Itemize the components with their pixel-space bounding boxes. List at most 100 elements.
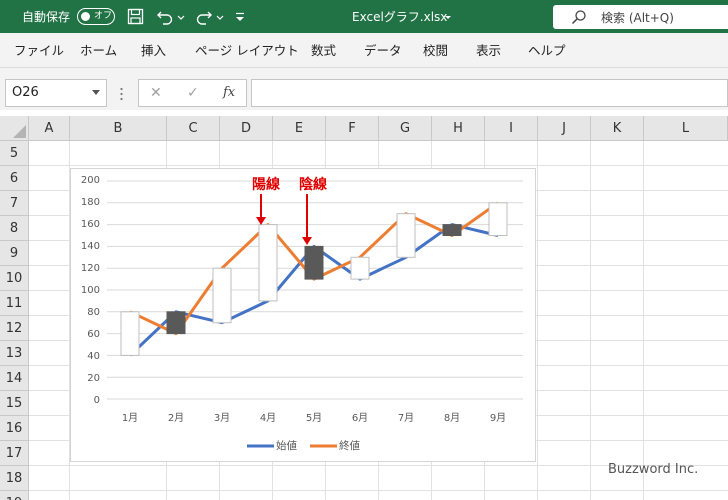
tab-help[interactable]: ヘルプ	[528, 42, 566, 59]
y-tick-label: 140	[80, 241, 100, 252]
column-header[interactable]: C	[167, 116, 220, 141]
up-bar	[396, 213, 416, 258]
legend-item-open: 始値	[276, 439, 297, 453]
x-tick-label: 4月	[259, 413, 277, 424]
title-dropdown-icon[interactable]	[443, 8, 453, 25]
y-tick-label: 40	[87, 351, 100, 362]
up-bar	[258, 224, 278, 302]
up-arrow-head	[256, 217, 266, 225]
up-bar	[212, 267, 232, 324]
tab-page-layout[interactable]: ページ レイアウト	[195, 42, 299, 59]
tab-insert[interactable]: 挿入	[141, 42, 166, 59]
grid-line	[643, 141, 644, 500]
x-tick-label: 7月	[397, 413, 415, 424]
redo-icon[interactable]	[195, 8, 213, 25]
row-header[interactable]: 9	[0, 241, 29, 266]
search-box[interactable]: 検索 (Alt+Q)	[553, 5, 728, 29]
column-header[interactable]: L	[644, 116, 728, 141]
column-header[interactable]: I	[485, 116, 538, 141]
undo-icon[interactable]	[156, 8, 174, 25]
row-header[interactable]: 8	[0, 216, 29, 241]
column-header[interactable]: A	[29, 116, 70, 141]
more-options-icon[interactable]	[120, 86, 123, 101]
formula-bar: O26 ✕ ✓ fx	[0, 78, 728, 110]
row-header[interactable]: 11	[0, 291, 29, 316]
y-tick-label: 100	[80, 285, 100, 296]
column-header[interactable]: E	[273, 116, 326, 141]
name-box-value: O26	[12, 85, 39, 100]
insert-function-icon[interactable]: fx	[223, 84, 235, 102]
x-tick-label: 8月	[443, 413, 461, 424]
column-header[interactable]: J	[538, 116, 591, 141]
y-tick-label: 80	[87, 307, 100, 318]
y-tick-label: 20	[87, 373, 100, 384]
down-bar	[304, 245, 324, 280]
save-icon[interactable]	[127, 8, 145, 25]
row-header[interactable]: 17	[0, 441, 29, 466]
name-box[interactable]: O26	[5, 79, 107, 107]
row-header[interactable]: 10	[0, 266, 29, 291]
select-all-corner[interactable]	[0, 116, 29, 141]
x-tick-label: 2月	[167, 413, 185, 424]
column-header[interactable]: F	[326, 116, 379, 141]
column-header[interactable]: K	[591, 116, 644, 141]
grid-line	[590, 141, 591, 500]
formula-input[interactable]	[251, 79, 728, 107]
search-icon	[571, 9, 587, 25]
stock-chart[interactable]: 200 180 160 140 120 100 80 60 40 20 0 1月…	[70, 168, 536, 462]
row-header[interactable]: 19	[0, 491, 29, 500]
y-tick-label: 0	[93, 395, 100, 406]
column-header[interactable]: B	[70, 116, 167, 141]
column-header[interactable]: H	[432, 116, 485, 141]
row-header[interactable]: 15	[0, 391, 29, 416]
watermark: Buzzword Inc.	[608, 462, 699, 477]
row-header[interactable]: 13	[0, 341, 29, 366]
y-tick-label: 60	[87, 329, 100, 340]
x-tick-label: 1月	[121, 413, 139, 424]
window-title: Excelグラフ.xlsx	[352, 10, 448, 24]
column-header[interactable]: D	[220, 116, 273, 141]
row-header[interactable]: 18	[0, 466, 29, 491]
row-header[interactable]: 16	[0, 416, 29, 441]
row-header[interactable]: 14	[0, 366, 29, 391]
up-bar	[488, 202, 508, 236]
x-tick-label: 9月	[489, 413, 507, 424]
ribbon-gap	[0, 68, 728, 78]
grid-line	[29, 165, 728, 166]
row-header[interactable]: 12	[0, 316, 29, 341]
tab-view[interactable]: 表示	[476, 42, 501, 59]
cancel-icon[interactable]: ✕	[150, 84, 162, 102]
tab-review[interactable]: 校閲	[423, 42, 448, 59]
toggle-knob	[81, 12, 90, 21]
x-tick-label: 5月	[305, 413, 323, 424]
grid-line	[29, 490, 728, 491]
autosave-state: オフ	[94, 11, 113, 21]
autosave-label: 自動保存	[22, 10, 71, 24]
row-header[interactable]: 6	[0, 166, 29, 191]
column-header[interactable]: G	[379, 116, 432, 141]
tab-formulas[interactable]: 数式	[311, 42, 336, 59]
x-tick-label: 3月	[213, 413, 231, 424]
legend-label-open: 始値	[276, 440, 297, 452]
customize-toolbar-icon[interactable]	[234, 8, 246, 25]
tab-home[interactable]: ホーム	[80, 42, 117, 59]
y-tick-label: 200	[80, 175, 100, 186]
row-header[interactable]: 5	[0, 141, 29, 166]
enter-icon[interactable]: ✓	[187, 84, 199, 102]
legend-label-close: 終値	[339, 440, 360, 452]
undo-dropdown-icon[interactable]	[176, 8, 186, 25]
up-bar-annotation: 陽線	[252, 177, 280, 193]
down-arrow-head	[302, 237, 312, 245]
down-bar	[166, 311, 186, 335]
row-header[interactable]: 7	[0, 191, 29, 216]
down-bar	[442, 224, 462, 236]
up-bar	[350, 256, 370, 280]
tab-file[interactable]: ファイル	[14, 42, 64, 59]
title-bar: 自動保存 オフ Excelグラフ.xlsx 検索 (Alt+Q)	[0, 0, 728, 33]
redo-dropdown-icon[interactable]	[215, 8, 225, 25]
formula-buttons: ✕ ✓ fx	[138, 79, 247, 107]
up-bar	[120, 311, 140, 356]
name-box-dropdown-icon[interactable]	[92, 90, 100, 95]
autosave-toggle[interactable]: オフ	[77, 8, 115, 25]
tab-data[interactable]: データ	[364, 42, 402, 59]
